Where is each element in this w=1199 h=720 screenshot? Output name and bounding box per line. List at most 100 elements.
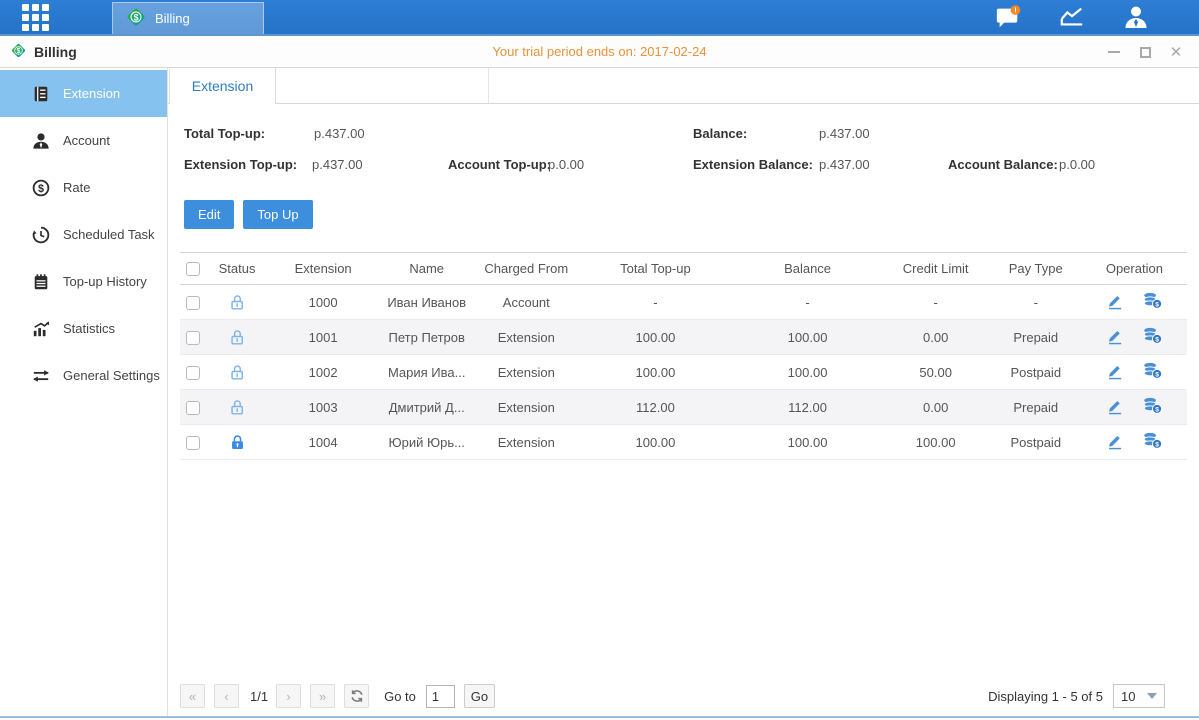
extension-topup-value: p.437.00 <box>312 157 363 172</box>
name-cell: Юрий Юрь... <box>378 425 475 460</box>
extension-cell: 1000 <box>268 285 378 320</box>
sidebar-item-extension[interactable]: Extension <box>0 70 167 117</box>
maximize-button[interactable] <box>1138 45 1152 59</box>
column-header: Pay Type <box>990 253 1082 285</box>
app-grid-button[interactable] <box>0 0 70 34</box>
name-cell: Иван Иванов <box>378 285 475 320</box>
refresh-icon <box>350 689 364 703</box>
billing-summary: Total Top-up: p.437.00 Balance: p.437.00… <box>168 104 1199 188</box>
total-topup-cell: - <box>577 285 733 320</box>
reports-button[interactable] <box>1059 4 1085 30</box>
name-cell: Дмитрий Д... <box>378 390 475 425</box>
name-cell: Мария Ива... <box>378 355 475 390</box>
app-grid-icon <box>22 4 49 31</box>
row-checkbox[interactable] <box>186 366 200 380</box>
close-button[interactable]: ✕ <box>1169 45 1183 59</box>
extension-topup-label: Extension Top-up: <box>184 157 297 172</box>
column-header: Name <box>378 253 475 285</box>
charged-from-cell: Extension <box>475 425 577 460</box>
billing-app-tab[interactable]: $ Billing <box>112 2 264 34</box>
sidebar-item-settings[interactable]: General Settings <box>0 352 167 399</box>
topup-icon[interactable]: $ <box>1142 431 1163 453</box>
sidebar-item-history[interactable]: Top-up History <box>0 258 167 305</box>
locked-icon <box>229 433 246 448</box>
account-topup-label: Account Top-up: <box>448 157 551 172</box>
goto-label: Go to <box>384 689 416 704</box>
topup-icon[interactable]: $ <box>1142 361 1163 383</box>
credit-limit-cell: 50.00 <box>882 355 990 390</box>
svg-text:$: $ <box>1155 406 1159 413</box>
tab-strip: Extension <box>168 68 1199 104</box>
credit-limit-cell: - <box>882 285 990 320</box>
sidebar-item-task[interactable]: Scheduled Task <box>0 211 167 258</box>
user-menu-button[interactable] <box>1123 4 1149 30</box>
first-page-button[interactable]: « <box>180 684 205 708</box>
billing-diamond-icon: $ <box>125 6 147 31</box>
goto-page-input[interactable] <box>426 685 455 708</box>
sidebar-item-label: Extension <box>63 86 120 101</box>
row-checkbox[interactable] <box>186 401 200 415</box>
extension-cell: 1002 <box>268 355 378 390</box>
unlocked-icon <box>229 363 246 378</box>
messages-button[interactable]: ! <box>995 4 1021 30</box>
go-button[interactable]: Go <box>464 684 495 708</box>
table-row: 1001Петр ПетровExtension100.00100.000.00… <box>180 320 1187 355</box>
svg-text:$: $ <box>17 47 21 55</box>
sidebar-item-account[interactable]: Account <box>0 117 167 164</box>
page-size-select[interactable]: 10 <box>1113 684 1165 708</box>
scheduled-task-icon <box>31 225 50 244</box>
svg-text:$: $ <box>1155 336 1159 343</box>
edit-icon[interactable] <box>1106 292 1124 313</box>
balance-cell: 100.00 <box>733 320 881 355</box>
edit-icon[interactable] <box>1106 397 1124 418</box>
last-page-button[interactable]: » <box>310 684 335 708</box>
user-icon <box>1123 4 1149 30</box>
minimize-button[interactable] <box>1107 45 1121 59</box>
first-page-icon: « <box>189 689 196 704</box>
total-topup-cell: 112.00 <box>577 390 733 425</box>
prev-page-button[interactable]: ‹ <box>214 684 239 708</box>
billing-window-icon: $ <box>10 42 27 62</box>
top-up-button[interactable]: Top Up <box>243 200 312 229</box>
column-header: Extension <box>268 253 378 285</box>
account-topup-value: p.0.00 <box>548 157 584 172</box>
charged-from-cell: Account <box>475 285 577 320</box>
next-page-button[interactable]: › <box>276 684 301 708</box>
row-checkbox[interactable] <box>186 436 200 450</box>
extension-table-body: 1000Иван ИвановAccount----$1001Петр Петр… <box>180 285 1187 460</box>
sidebar-item-label: General Settings <box>63 368 160 383</box>
row-checkbox[interactable] <box>186 331 200 345</box>
extension-balance-label: Extension Balance: <box>693 157 813 172</box>
balance-value: p.437.00 <box>819 126 870 141</box>
edit-icon[interactable] <box>1106 432 1124 453</box>
minimize-icon <box>1108 51 1120 53</box>
sidebar-item-stats[interactable]: Statistics <box>0 305 167 352</box>
svg-text:$: $ <box>1155 301 1159 308</box>
edit-icon[interactable] <box>1106 327 1124 348</box>
row-checkbox[interactable] <box>186 296 200 310</box>
edit-button[interactable]: Edit <box>184 200 234 229</box>
topup-icon[interactable]: $ <box>1142 291 1163 313</box>
sidebar-item-label: Account <box>63 133 110 148</box>
chevron-down-icon <box>1147 693 1157 699</box>
tab-extension[interactable]: Extension <box>169 68 276 104</box>
table-row: 1000Иван ИвановAccount----$ <box>180 285 1187 320</box>
column-header: Total Top-up <box>577 253 733 285</box>
extension-cell: 1003 <box>268 390 378 425</box>
charged-from-cell: Extension <box>475 390 577 425</box>
table-header-row: StatusExtensionNameCharged FromTotal Top… <box>180 253 1187 285</box>
column-header: Operation <box>1082 253 1187 285</box>
table-row: 1003Дмитрий Д...Extension112.00112.000.0… <box>180 390 1187 425</box>
general-settings-icon <box>31 366 50 385</box>
pay-type-cell: - <box>990 285 1082 320</box>
edit-icon[interactable] <box>1106 362 1124 383</box>
unlocked-icon <box>229 293 246 308</box>
account-balance-value: p.0.00 <box>1059 157 1095 172</box>
refresh-button[interactable] <box>344 684 369 708</box>
topup-icon[interactable]: $ <box>1142 326 1163 348</box>
topup-icon[interactable]: $ <box>1142 396 1163 418</box>
select-all-checkbox[interactable] <box>186 262 200 276</box>
sidebar-item-rate[interactable]: $Rate <box>0 164 167 211</box>
displaying-text: Displaying 1 - 5 of 5 <box>988 689 1103 704</box>
message-icon: ! <box>995 4 1021 30</box>
